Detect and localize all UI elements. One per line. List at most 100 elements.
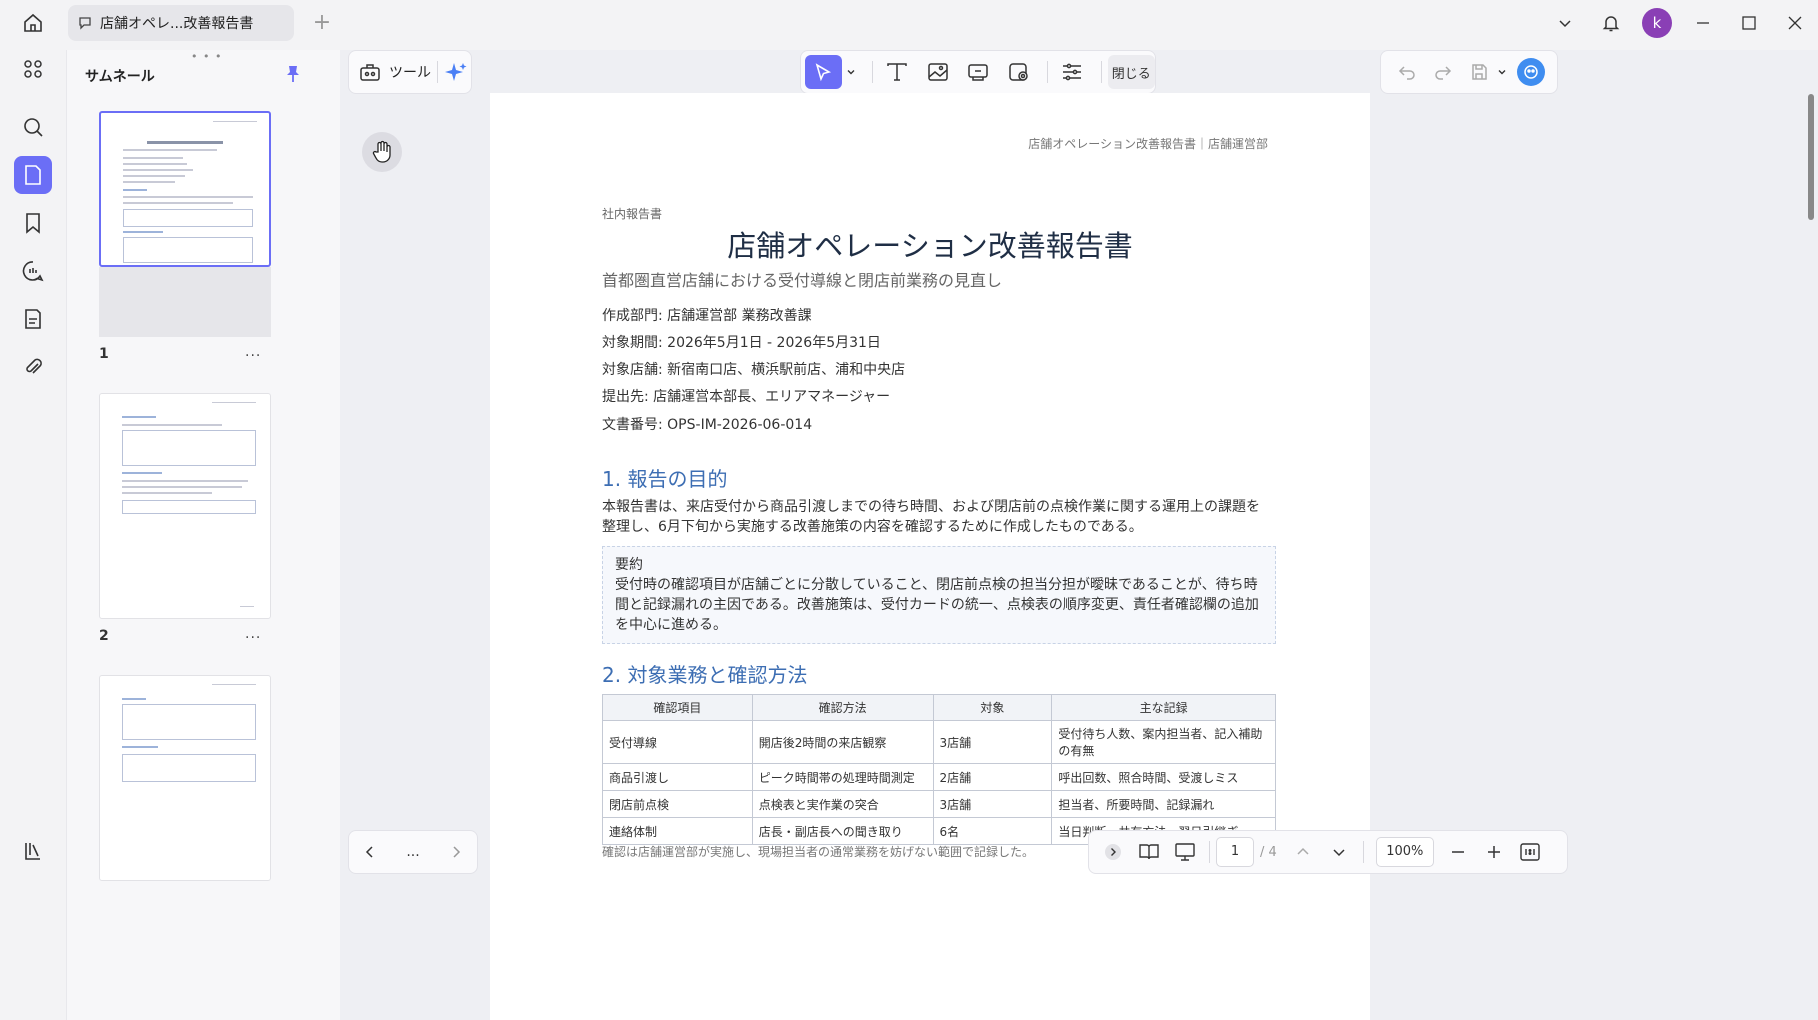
history-toolbar (1380, 50, 1558, 94)
presentation-button[interactable] (1167, 835, 1203, 869)
summary-title: 要約 (615, 557, 643, 573)
link-tool-button[interactable] (960, 55, 997, 89)
text-icon (887, 63, 908, 81)
page-number-input[interactable]: 1 (1216, 837, 1254, 867)
document-tab[interactable]: 店舗オペレ...改善報告書 (68, 5, 294, 41)
home-button[interactable] (14, 6, 52, 40)
notifications-button[interactable] (1588, 0, 1634, 46)
table-cell: 3店舗 (932, 720, 1053, 764)
sparkle-icon (445, 63, 467, 81)
pin-panel-button[interactable] (279, 60, 307, 88)
comment-search-icon (22, 261, 44, 282)
thumbnail-panel-title: サムネール (85, 69, 155, 85)
divider (1209, 841, 1210, 863)
undo-button[interactable] (1389, 55, 1425, 89)
bookmarks-button[interactable] (14, 204, 52, 242)
grid-icon (24, 60, 42, 78)
attachments-button[interactable] (14, 348, 52, 386)
thumbnail-panel: • • • サムネール 1 ... 2 ... (66, 50, 340, 1020)
close-window-button[interactable] (1772, 0, 1818, 46)
table-cell: 担当者、所要時間、記録漏れ (1051, 790, 1276, 818)
select-tool-dropdown[interactable] (846, 67, 859, 77)
avatar: k (1642, 8, 1672, 38)
document-page[interactable]: 店舗オペレーション改善報告書｜店舗運営部 社内報告書 店舗オペレーション改善報告… (490, 93, 1370, 1020)
close-edit-button[interactable]: 閉じる (1107, 55, 1155, 89)
page-thumbnail-1[interactable] (99, 111, 271, 267)
select-tool-button[interactable] (805, 55, 842, 89)
maximize-icon (1742, 16, 1756, 30)
search-button[interactable] (14, 108, 52, 146)
zoom-out-button[interactable] (1440, 835, 1476, 869)
table-row: 受付導線 開店後2時間の来店観察 3店舗 受付待ち人数、案内担当者、記入補助の有… (602, 720, 1276, 764)
title-bar: 店舗オペレ...改善報告書 + k (0, 0, 1818, 46)
library-button[interactable] (14, 832, 52, 870)
chevron-down-icon (1559, 20, 1571, 28)
comments-button[interactable] (14, 252, 52, 290)
tabs-dropdown-button[interactable] (1542, 0, 1588, 46)
left-rail (0, 50, 66, 1020)
save-dropdown[interactable] (1497, 67, 1513, 77)
ai-sparkle-button[interactable] (444, 61, 468, 83)
page-nav-bar: ... (348, 830, 478, 874)
scroll-down-button[interactable] (1321, 835, 1357, 869)
ai-assistant-button[interactable] (1513, 55, 1549, 89)
table-row: 商品引渡し ピーク時間帯の処理時間測定 2店舗 呼出回数、照合時間、受渡しミス (602, 763, 1276, 791)
thumbnail-page-number: 1 (99, 346, 109, 362)
meta-document-number: 文書番号: OPS-IM-2026-06-014 (602, 417, 813, 433)
search-icon (24, 118, 43, 137)
table-cell: 連絡体制 (602, 817, 753, 845)
table-cell: 3店舗 (932, 790, 1053, 818)
image-icon (928, 63, 948, 81)
collapse-status-button[interactable] (1095, 835, 1131, 869)
document-canvas[interactable]: ツール 閉じる 店舗オペレーション改善報告書｜店舗運営部 社内報告書 店舗オペレ… (340, 50, 1818, 1020)
thumbnail-more-button[interactable]: ... (245, 626, 261, 642)
thumbnails-button[interactable] (14, 156, 52, 194)
actual-size-button[interactable] (1512, 835, 1548, 869)
library-icon (25, 843, 40, 860)
meta-department: 作成部門: 店舗運営部 業務改善課 (602, 308, 812, 324)
table-cell: ピーク時間帯の処理時間測定 (751, 763, 934, 791)
zoom-in-button[interactable] (1476, 835, 1512, 869)
maximize-button[interactable] (1726, 0, 1772, 46)
cursor-arrow-icon (815, 63, 832, 82)
meta-period: 対象期間: 2026年5月1日 - 2026年5月31日 (602, 335, 881, 351)
forms-button[interactable] (14, 300, 52, 338)
paperclip-icon (26, 358, 42, 374)
previous-page-button[interactable] (363, 845, 377, 859)
chevron-up-icon (1297, 847, 1309, 855)
image-tool-button[interactable] (920, 55, 957, 89)
properties-button[interactable] (1054, 55, 1091, 89)
save-button[interactable] (1461, 55, 1497, 89)
thumbnail-more-button[interactable]: ... (245, 344, 261, 360)
vertical-scrollbar[interactable] (1808, 94, 1814, 220)
tools-button[interactable]: ツール (348, 50, 472, 94)
bookmark-icon (26, 213, 40, 234)
page-layout-button[interactable] (1131, 835, 1167, 869)
document-subtitle: 首都圏直営店舗における受付導線と閉店前業務の見直し (602, 271, 1003, 290)
account-button[interactable]: k (1634, 0, 1680, 46)
divider (437, 61, 438, 83)
running-header: 店舗オペレーション改善報告書｜店舗運営部 (1028, 137, 1268, 151)
table-header-cell: 対象 (932, 694, 1053, 721)
panel-resize-grip[interactable]: • • • (191, 50, 222, 63)
watermark-tool-button[interactable] (1001, 55, 1038, 89)
page-thumbnail-2[interactable] (99, 393, 271, 619)
stamp-icon (1009, 63, 1028, 81)
plus-icon (1487, 846, 1500, 858)
add-tab-button[interactable]: + (308, 8, 336, 36)
link-icon (968, 64, 989, 81)
redo-button[interactable] (1425, 55, 1461, 89)
bell-icon (1602, 16, 1620, 32)
undo-icon (1398, 66, 1415, 80)
scroll-up-button[interactable] (1285, 835, 1321, 869)
apps-button[interactable] (14, 50, 52, 88)
text-tool-button[interactable] (879, 55, 916, 89)
edit-toolbar: 閉じる (800, 50, 1156, 94)
next-page-button[interactable] (449, 845, 463, 859)
actual-size-icon (1520, 843, 1540, 861)
page-thumbnail-3[interactable] (99, 675, 271, 881)
more-pages-button[interactable]: ... (406, 844, 419, 860)
minimize-button[interactable] (1680, 0, 1726, 46)
ai-assistant-icon (1517, 58, 1545, 86)
zoom-level-input[interactable]: 100% (1375, 837, 1434, 867)
